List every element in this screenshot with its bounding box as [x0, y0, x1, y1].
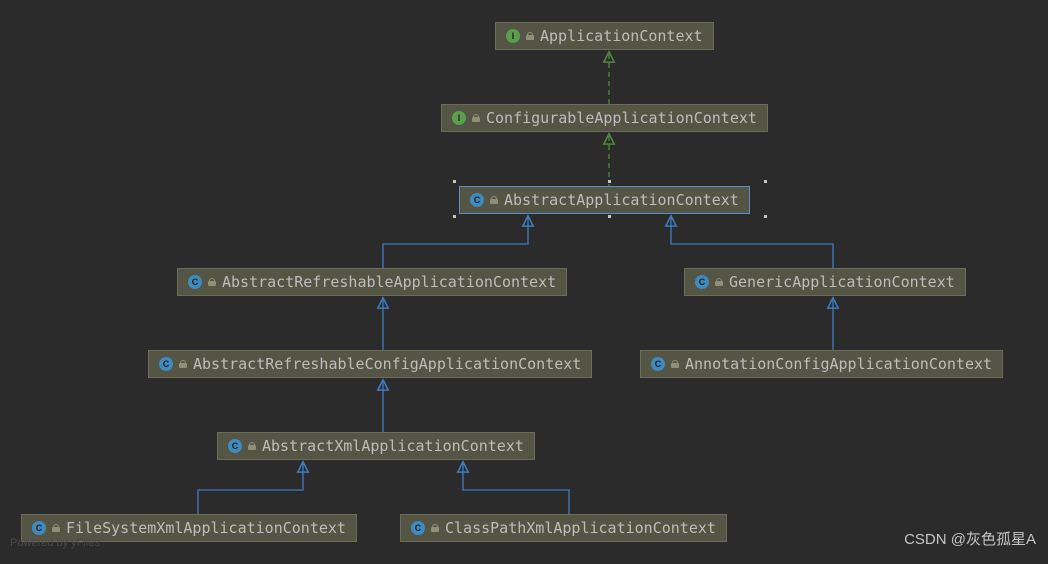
node-label: AbstractXmlApplicationContext — [262, 437, 524, 455]
selection-handle[interactable] — [607, 179, 612, 184]
node-configurable-application-context[interactable]: I ConfigurableApplicationContext — [441, 104, 768, 132]
node-application-context[interactable]: I ApplicationContext — [495, 22, 714, 50]
class-icon: C — [188, 275, 202, 289]
lock-icon — [208, 278, 216, 286]
class-icon: C — [651, 357, 665, 371]
yfiles-watermark: Powered by yFiles — [10, 537, 100, 549]
node-label: AbstractRefreshableApplicationContext — [222, 273, 556, 291]
lock-icon — [715, 278, 723, 286]
node-abstract-refreshable-application-context[interactable]: C AbstractRefreshableApplicationContext — [177, 268, 567, 296]
node-abstract-refreshable-config-application-context[interactable]: C AbstractRefreshableConfigApplicationCo… — [148, 350, 592, 378]
csdn-watermark: CSDN @灰色孤星A — [904, 528, 1036, 549]
node-label: AbstractRefreshableConfigApplicationCont… — [193, 355, 581, 373]
node-label: ClassPathXmlApplicationContext — [445, 519, 716, 537]
node-label: ConfigurableApplicationContext — [486, 109, 757, 127]
class-icon: C — [695, 275, 709, 289]
selection-handle[interactable] — [607, 214, 612, 219]
node-abstract-application-context[interactable]: C AbstractApplicationContext — [459, 186, 750, 214]
node-label: AnnotationConfigApplicationContext — [685, 355, 992, 373]
interface-icon: I — [506, 29, 520, 43]
node-label: AbstractApplicationContext — [504, 191, 739, 209]
selection-handle[interactable] — [763, 179, 768, 184]
node-abstract-xml-application-context[interactable]: C AbstractXmlApplicationContext — [217, 432, 535, 460]
lock-icon — [472, 114, 480, 122]
class-icon: C — [411, 521, 425, 535]
node-label: GenericApplicationContext — [729, 273, 955, 291]
selection-handle[interactable] — [452, 214, 457, 219]
lock-icon — [671, 360, 679, 368]
selection-handle[interactable] — [763, 214, 768, 219]
node-label: ApplicationContext — [540, 27, 703, 45]
class-icon: C — [228, 439, 242, 453]
lock-icon — [52, 524, 60, 532]
lock-icon — [248, 442, 256, 450]
node-classpath-xml-application-context[interactable]: C ClassPathXmlApplicationContext — [400, 514, 727, 542]
class-icon: C — [470, 193, 484, 207]
lock-icon — [526, 32, 534, 40]
class-icon: C — [32, 521, 46, 535]
class-icon: C — [159, 357, 173, 371]
lock-icon — [490, 196, 498, 204]
interface-icon: I — [452, 111, 466, 125]
selection-handle[interactable] — [452, 179, 457, 184]
lock-icon — [431, 524, 439, 532]
node-generic-application-context[interactable]: C GenericApplicationContext — [684, 268, 966, 296]
lock-icon — [179, 360, 187, 368]
node-annotation-config-application-context[interactable]: C AnnotationConfigApplicationContext — [640, 350, 1003, 378]
node-label: FileSystemXmlApplicationContext — [66, 519, 346, 537]
